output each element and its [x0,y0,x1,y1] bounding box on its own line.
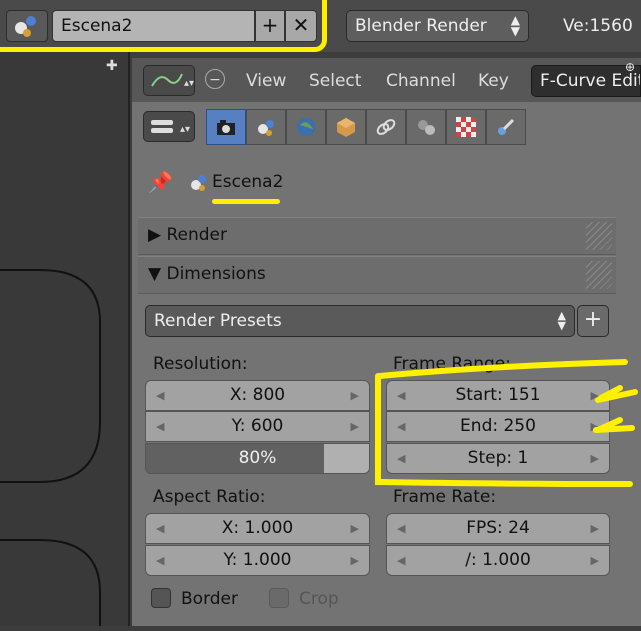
menu-view[interactable]: View [246,71,286,91]
version-info: Ve:1560 [563,16,633,36]
border-label: Border [181,589,238,609]
dimensions-panel-header[interactable]: ▼ Dimensions [138,256,616,294]
menu-select[interactable]: Select [309,71,361,91]
aspect-x-field[interactable]: ◀ X: 1.000 ▶ [145,513,370,544]
modifier-tab-icon[interactable] [406,109,446,145]
scene-icon-small [191,175,206,191]
render-panel-header[interactable]: ▶ Render [138,217,616,255]
drag-grip-icon[interactable] [586,261,612,289]
node-outline-drawing [0,269,101,626]
scene-tab-icon[interactable] [246,109,286,145]
updown-arrows-icon: ▲ ▼ [510,13,520,38]
aspect-ratio-label: Aspect Ratio: [153,487,266,507]
expanded-arrow-icon: ▼ [148,264,167,284]
yellow-highlight-scene [0,0,327,52]
properties-context-tabs [206,109,526,145]
border-checkbox[interactable] [151,588,171,608]
world-tab-icon[interactable] [286,109,326,145]
texture-tab-icon[interactable] [446,109,486,145]
resolution-percentage-value: 80% [238,448,277,468]
render-tab-icon[interactable] [206,109,246,145]
render-panel-title: Render [166,225,228,245]
resolution-x-value: X: 800 [229,385,286,405]
render-presets-value: Render Presets [154,311,282,331]
fcurve-editor-icon: ▴▾ [151,73,194,89]
breadcrumb-scene: Escena2 [212,172,284,192]
crop-label: Crop [299,589,339,609]
pin-icon[interactable]: 📌 [148,170,173,194]
svg-text:▴▾: ▴▾ [184,78,194,89]
resolution-label: Resolution: [153,354,248,374]
fps-base-field[interactable]: ◀/: 1.000 ▶ [386,545,610,576]
yellow-highlight-frame-range [375,359,638,487]
collapsed-arrow-icon: ▶ [148,225,167,245]
resolution-y-value: Y: 600 [231,416,284,436]
add-preset-button[interactable]: + [577,305,609,337]
updown-arrows-icon: ▲ ▼ [557,309,566,332]
fps-base-value: /: 1.000 [465,550,531,570]
resolution-y-field[interactable]: ◀ Y: 600 ▶ [145,411,370,442]
svg-text:▴▾: ▴▾ [180,124,190,135]
yellow-underline [212,199,280,204]
editor-type-button[interactable]: ▴▾ [143,65,195,96]
fps-value: FPS: 24 [466,518,530,538]
crop-checkbox[interactable] [269,588,289,608]
percentage-fill [146,444,325,473]
resolution-x-field[interactable]: ◀ X: 800 ▶ [145,380,370,411]
physics-tab-icon[interactable] [486,109,526,145]
fps-field[interactable]: ◀ FPS: 24 ▶ [386,513,610,544]
collapse-menu-icon[interactable]: − [205,69,225,89]
toggle-icon: ▴▾ [151,120,190,135]
menu-channel[interactable]: Channel [386,71,456,91]
area-split-plus-icon[interactable]: ✚ [106,59,118,73]
frame-rate-label: Frame Rate: [393,487,497,507]
dimensions-panel-title: Dimensions [166,264,266,284]
menu-key[interactable]: Key [478,71,509,91]
left-editor-area[interactable] [0,52,130,626]
aspect-y-value: Y: 1.000 [223,550,292,570]
object-tab-icon[interactable] [326,109,366,145]
percentage-remaining [324,444,369,473]
constraint-tab-icon[interactable] [366,109,406,145]
render-engine-value: Blender Render [355,16,487,36]
area-split-plus-icon-right[interactable]: ⊕ [625,60,635,74]
drag-grip-icon[interactable] [586,222,612,250]
aspect-x-value: X: 1.000 [221,518,294,538]
render-presets-select[interactable]: Render Presets ▲ ▼ [145,305,575,337]
render-engine-select[interactable]: Blender Render ▲ ▼ [346,10,529,42]
display-mode-toggle[interactable]: ▴▾ [143,111,195,142]
resolution-percentage-slider[interactable]: 80% [145,443,370,474]
aspect-y-field[interactable]: ◀ Y: 1.000 ▶ [145,545,370,576]
